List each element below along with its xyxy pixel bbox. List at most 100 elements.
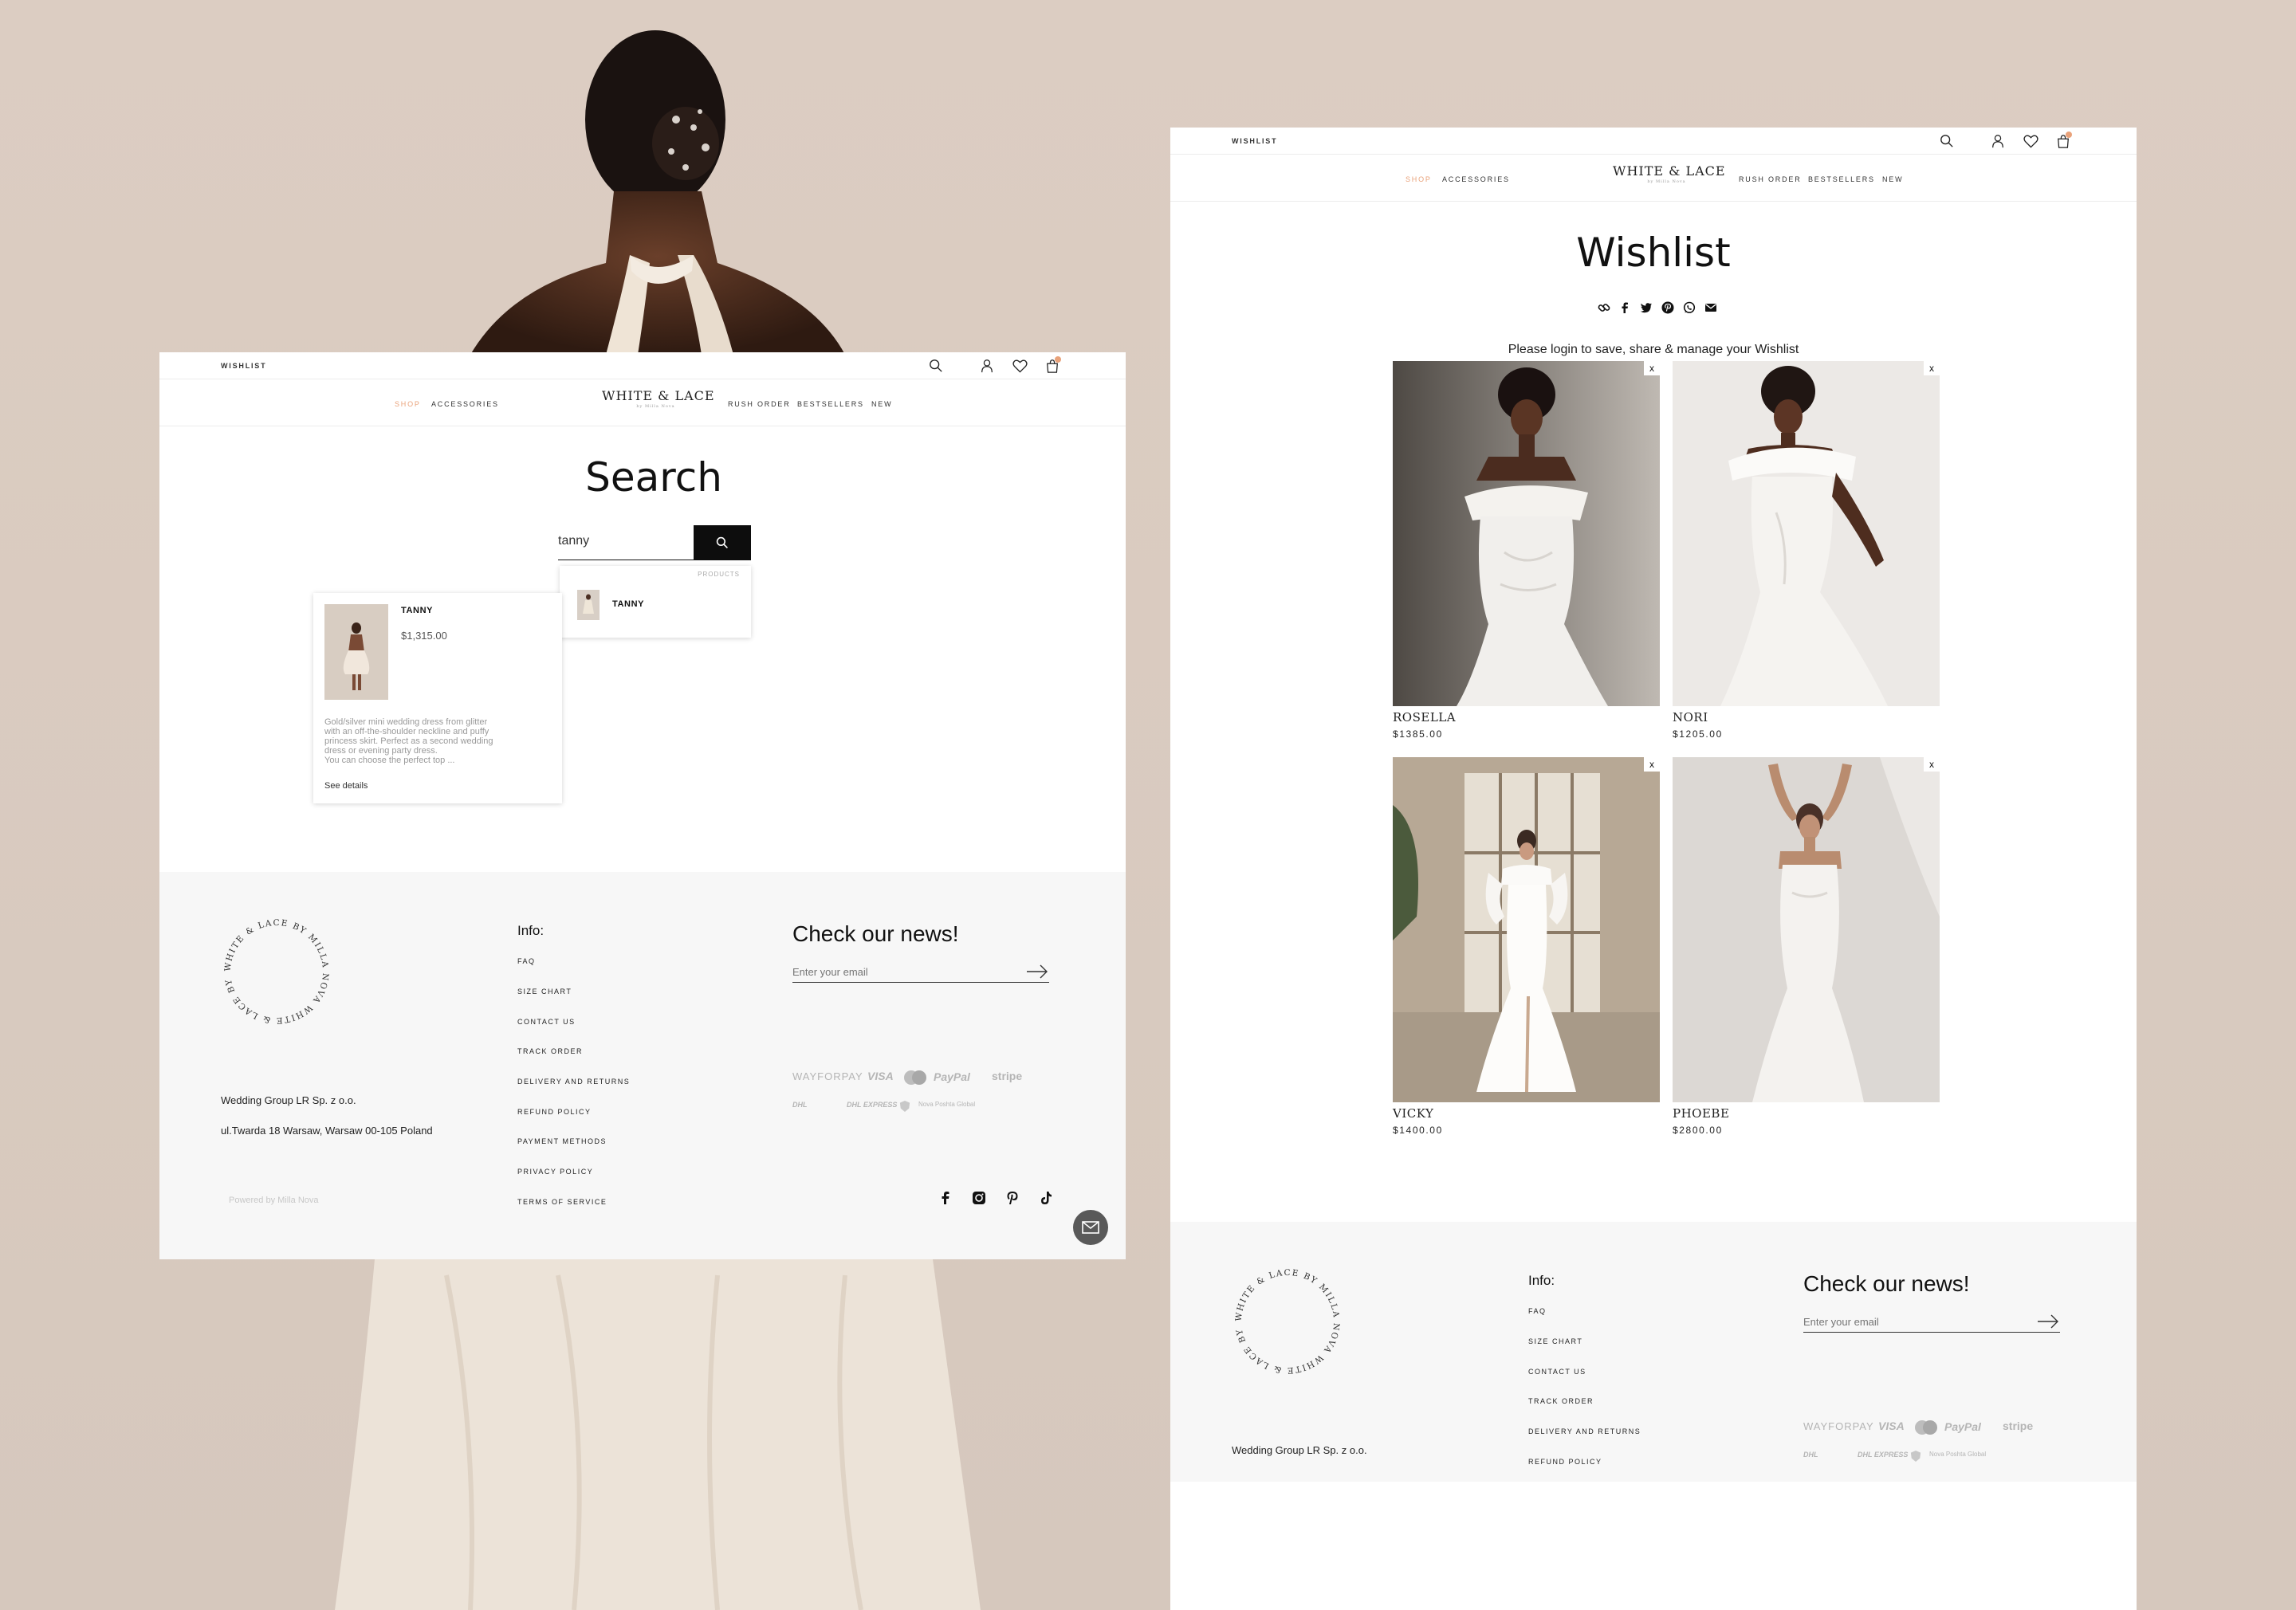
wishlist-item-rosella[interactable]: x ROSELLA $1385.00 <box>1393 361 1660 744</box>
search-submit-button[interactable] <box>694 525 751 560</box>
search-input[interactable] <box>558 525 694 557</box>
footer-link-track-order[interactable]: TRACK ORDER <box>517 1047 583 1055</box>
suggestion-item[interactable]: TANNY <box>577 590 737 622</box>
brand-seal-logo: WHITE & LACE BY MILLA NOVA WHITE & LACE … <box>217 912 330 1025</box>
footer-link-terms[interactable]: TERMS OF SERVICE <box>517 1198 607 1206</box>
whatsapp-share-icon[interactable] <box>1683 301 1696 314</box>
footer-link-payment[interactable]: PAYMENT METHODS <box>517 1137 607 1145</box>
item-name[interactable]: NORI <box>1673 710 1708 724</box>
item-name[interactable]: VICKY <box>1393 1106 1433 1121</box>
search-icon[interactable] <box>929 359 943 373</box>
brand-seal-logo: WHITE & LACE BY MILLA NOVA WHITE & LACE … <box>1228 1262 1341 1375</box>
company-name: Wedding Group LR Sp. z o.o. <box>1232 1444 1367 1456</box>
top-bar: WISHLIST <box>159 352 1126 379</box>
footer-link-faq[interactable]: FAQ <box>517 957 536 965</box>
stripe-logo: stripe <box>2003 1420 2034 1432</box>
newsletter-heading: Check our news! <box>792 921 959 946</box>
paypal-logo: PayPal <box>934 1070 970 1083</box>
nav-rush-order[interactable]: RUSH ORDER <box>728 400 791 408</box>
tiktok-icon[interactable] <box>1039 1191 1053 1205</box>
mastercard-icon <box>1915 1420 1937 1435</box>
nav-new[interactable]: NEW <box>1882 175 1903 183</box>
nav-new[interactable]: NEW <box>871 400 892 408</box>
footer-link-privacy[interactable]: PRIVACY POLICY <box>517 1168 593 1176</box>
copy-link-icon[interactable] <box>1598 301 1610 314</box>
email-share-icon[interactable] <box>1704 301 1717 314</box>
wishlist-item-nori[interactable]: x NORI $1205.00 <box>1673 361 1940 744</box>
nav-rush-order[interactable]: RUSH ORDER <box>1739 175 1802 183</box>
facebook-icon[interactable] <box>938 1191 953 1205</box>
svg-text:WHITE & LACE BY MILLA NOVA WHI: WHITE & LACE BY MILLA NOVA WHITE & LACE … <box>1228 1262 1341 1375</box>
instagram-icon[interactable] <box>972 1191 986 1205</box>
powered-by[interactable]: Powered by Milla Nova <box>229 1196 319 1205</box>
footer-link-contact-us[interactable]: CONTACT US <box>1528 1368 1586 1376</box>
heart-icon[interactable] <box>1012 359 1028 373</box>
wishlist-link[interactable]: WISHLIST <box>1232 137 1277 145</box>
newsletter-email-input[interactable] <box>792 962 1016 981</box>
nav-shop[interactable]: SHOP <box>395 400 421 408</box>
stripe-logo: stripe <box>992 1070 1023 1082</box>
remove-item-button[interactable]: x <box>1924 757 1940 772</box>
shield-icon <box>899 1101 910 1112</box>
footer-link-refund[interactable]: REFUND POLICY <box>517 1108 592 1116</box>
chat-button[interactable] <box>1073 1210 1108 1245</box>
product-image <box>324 604 388 700</box>
wishlist-item-phoebe[interactable]: x PHOEBE $2800.00 <box>1673 757 1940 1140</box>
page-title: Search <box>585 454 722 501</box>
dhl-express-logo: DHL EXPRESS <box>1858 1451 1909 1459</box>
product-thumbnail <box>577 590 600 620</box>
footer-link-delivery[interactable]: DELIVERY AND RETURNS <box>1528 1427 1641 1435</box>
wishlist-item-vicky[interactable]: x VICKY $1400.00 <box>1393 757 1660 1140</box>
remove-item-button[interactable]: x <box>1924 361 1940 375</box>
footer-link-refund[interactable]: REFUND POLICY <box>1528 1458 1602 1466</box>
nav-accessories[interactable]: ACCESSORIES <box>431 400 499 408</box>
see-details-link[interactable]: See details <box>324 781 368 791</box>
search-page-panel: WISHLIST SHOP ACCESSORIES WHITE & LACE b… <box>159 352 1126 1259</box>
footer-link-size-chart[interactable]: SIZE CHART <box>517 988 572 995</box>
newsletter-form <box>1803 1312 2060 1333</box>
facebook-share-icon[interactable] <box>1618 301 1631 314</box>
footer-link-contact-us[interactable]: CONTACT US <box>517 1018 576 1026</box>
nav-shop[interactable]: SHOP <box>1406 175 1432 183</box>
paypal-logo: PayPal <box>1944 1420 1981 1433</box>
search-field[interactable] <box>558 525 694 560</box>
brand-logo[interactable]: WHITE & LACE by Milla Nova <box>1613 163 1725 184</box>
item-name[interactable]: ROSELLA <box>1393 710 1456 724</box>
company-name: Wedding Group LR Sp. z o.o. <box>221 1094 356 1106</box>
arrow-right-icon[interactable] <box>2036 1313 2060 1330</box>
dhl-express-logo: DHL EXPRESS <box>847 1101 898 1109</box>
wishlist-link[interactable]: WISHLIST <box>221 362 266 370</box>
remove-item-button[interactable]: x <box>1644 757 1660 772</box>
cart-badge <box>1055 356 1061 363</box>
nav-bestsellers[interactable]: BESTSELLERS <box>797 400 864 408</box>
product-image <box>1393 757 1660 1102</box>
footer-link-track-order[interactable]: TRACK ORDER <box>1528 1397 1594 1405</box>
search-suggestions: PRODUCTS TANNY <box>560 566 751 638</box>
cart-badge <box>2066 132 2072 138</box>
arrow-right-icon[interactable] <box>1025 963 1049 980</box>
twitter-share-icon[interactable] <box>1640 301 1653 314</box>
newsletter-email-input[interactable] <box>1803 1312 2027 1331</box>
search-icon[interactable] <box>1940 134 1954 148</box>
info-heading: Info: <box>517 923 545 938</box>
footer-link-size-chart[interactable]: SIZE CHART <box>1528 1337 1582 1345</box>
heart-icon[interactable] <box>2023 134 2038 148</box>
footer-link-faq[interactable]: FAQ <box>1528 1307 1547 1315</box>
pinterest-icon[interactable] <box>1005 1191 1020 1205</box>
product-image <box>1673 361 1940 706</box>
brand-logo[interactable]: WHITE & LACE by Milla Nova <box>602 388 714 409</box>
account-icon[interactable] <box>980 359 994 373</box>
pinterest-share-icon[interactable] <box>1661 301 1674 314</box>
item-price: $1205.00 <box>1673 728 1723 740</box>
svg-text:WHITE & LACE BY MILLA NOVA WHI: WHITE & LACE BY MILLA NOVA WHITE & LACE … <box>217 912 330 1025</box>
account-icon[interactable] <box>1991 134 2005 148</box>
item-name[interactable]: PHOEBE <box>1673 1106 1729 1121</box>
nav-bestsellers[interactable]: BESTSELLERS <box>1808 175 1875 183</box>
remove-item-button[interactable]: x <box>1644 361 1660 375</box>
dhl-logo: DHL <box>1803 1451 1818 1459</box>
suggestions-heading: PRODUCTS <box>698 571 740 578</box>
product-preview-card: TANNY $1,315.00 Gold/silver mini wedding… <box>313 593 562 803</box>
footer-link-delivery[interactable]: DELIVERY AND RETURNS <box>517 1078 630 1086</box>
product-name[interactable]: TANNY <box>401 606 433 615</box>
nav-accessories[interactable]: ACCESSORIES <box>1442 175 1510 183</box>
